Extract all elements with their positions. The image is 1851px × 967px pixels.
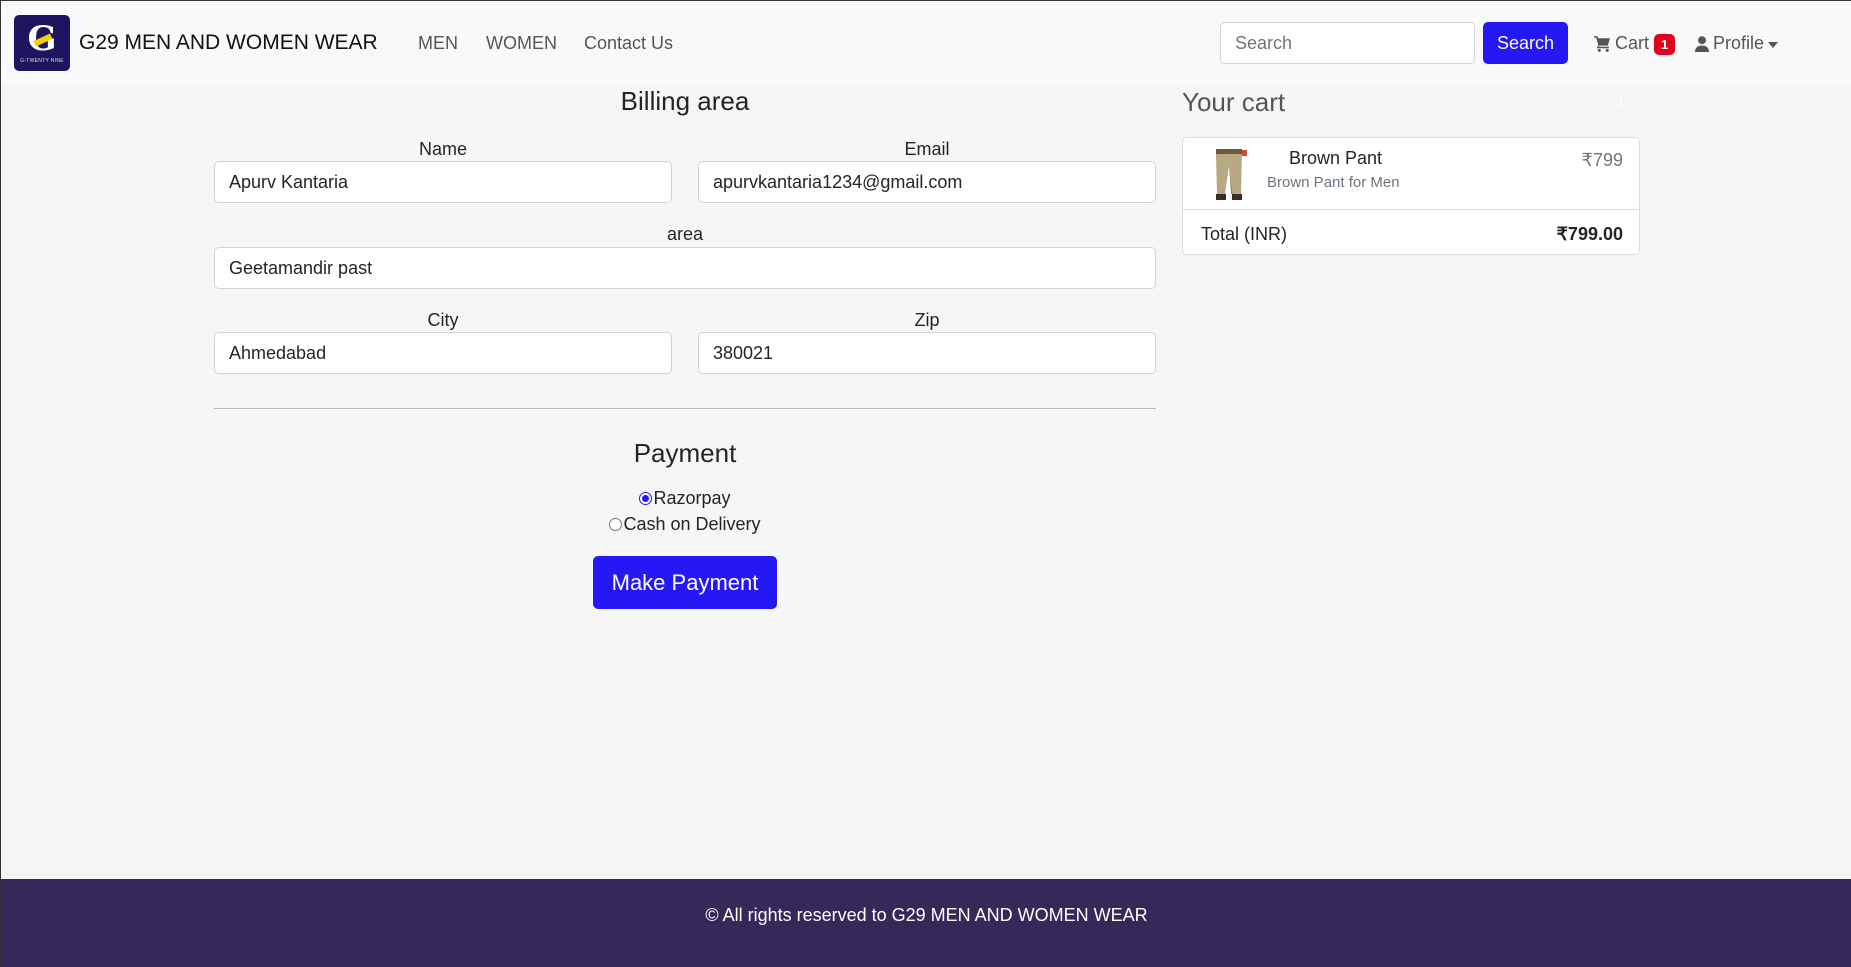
brand-name[interactable]: G29 MEN AND WOMEN WEAR bbox=[79, 31, 378, 55]
nav-link-contact-us[interactable]: Contact Us bbox=[584, 33, 673, 54]
payment-option-cod[interactable]: Cash on Delivery bbox=[214, 514, 1156, 535]
profile-label: Profile bbox=[1713, 33, 1765, 53]
shopping-cart-icon bbox=[1594, 36, 1610, 52]
navbar: G G-TWENTY NINE G29 MEN AND WOMEN WEAR M… bbox=[1, 1, 1851, 85]
zip-label: Zip bbox=[914, 310, 940, 330]
cart-item-price: ₹799 bbox=[1581, 150, 1623, 170]
cart-link-label: Cart bbox=[1615, 33, 1650, 53]
city-field[interactable] bbox=[214, 332, 672, 374]
area-label: area bbox=[666, 224, 704, 244]
total-value: ₹799.00 bbox=[1556, 224, 1623, 244]
cart-item-count: 1 bbox=[1617, 93, 1625, 109]
chevron-down-icon bbox=[1768, 41, 1779, 48]
name-label: Name bbox=[418, 139, 467, 159]
razorpay-radio[interactable] bbox=[639, 492, 653, 505]
search-input[interactable] bbox=[1220, 22, 1475, 64]
section-divider bbox=[214, 408, 1156, 409]
brand-logo[interactable]: G G-TWENTY NINE bbox=[14, 15, 70, 71]
email-field[interactable] bbox=[698, 161, 1156, 203]
cart-item-description: Brown Pant for Men bbox=[1267, 174, 1400, 191]
user-icon bbox=[1695, 35, 1709, 52]
email-label: Email bbox=[904, 139, 950, 159]
cart-item-name: Brown Pant bbox=[1289, 148, 1383, 168]
logo-subtitle: G-TWENTY NINE bbox=[20, 58, 64, 64]
zip-field[interactable] bbox=[698, 332, 1156, 374]
payment-title: Payment bbox=[633, 438, 737, 468]
make-payment-button[interactable]: Make Payment bbox=[593, 556, 777, 609]
product-thumbnail bbox=[1201, 146, 1257, 204]
footer-copyright: © All rights reserved to G29 MEN AND WOM… bbox=[705, 905, 1148, 925]
cart-title: Your cart bbox=[1182, 87, 1286, 117]
city-label: City bbox=[427, 310, 459, 330]
billing-title: Billing area bbox=[620, 86, 750, 116]
total-label: Total (INR) bbox=[1201, 224, 1288, 244]
cart-list: Brown Pant Brown Pant for Men ₹799 Total… bbox=[1182, 137, 1640, 255]
payment-option-razorpay[interactable]: Razorpay bbox=[214, 488, 1156, 509]
cart-count-badge: 1 bbox=[1654, 34, 1676, 55]
profile-dropdown[interactable]: Profile bbox=[1695, 33, 1779, 54]
cart-link[interactable]: Cart 1 bbox=[1594, 33, 1676, 55]
name-field[interactable] bbox=[214, 161, 672, 203]
razorpay-label: Razorpay bbox=[653, 488, 731, 508]
cod-radio[interactable] bbox=[609, 518, 623, 531]
cod-label: Cash on Delivery bbox=[623, 514, 761, 534]
footer: © All rights reserved to G29 MEN AND WOM… bbox=[1, 879, 1851, 967]
cart-item: Brown Pant Brown Pant for Men ₹799 bbox=[1183, 138, 1639, 210]
nav-link-women[interactable]: WOMEN bbox=[486, 33, 557, 54]
area-field[interactable] bbox=[214, 247, 1156, 289]
search-button[interactable]: Search bbox=[1483, 22, 1568, 64]
nav-link-men[interactable]: MEN bbox=[418, 33, 458, 54]
